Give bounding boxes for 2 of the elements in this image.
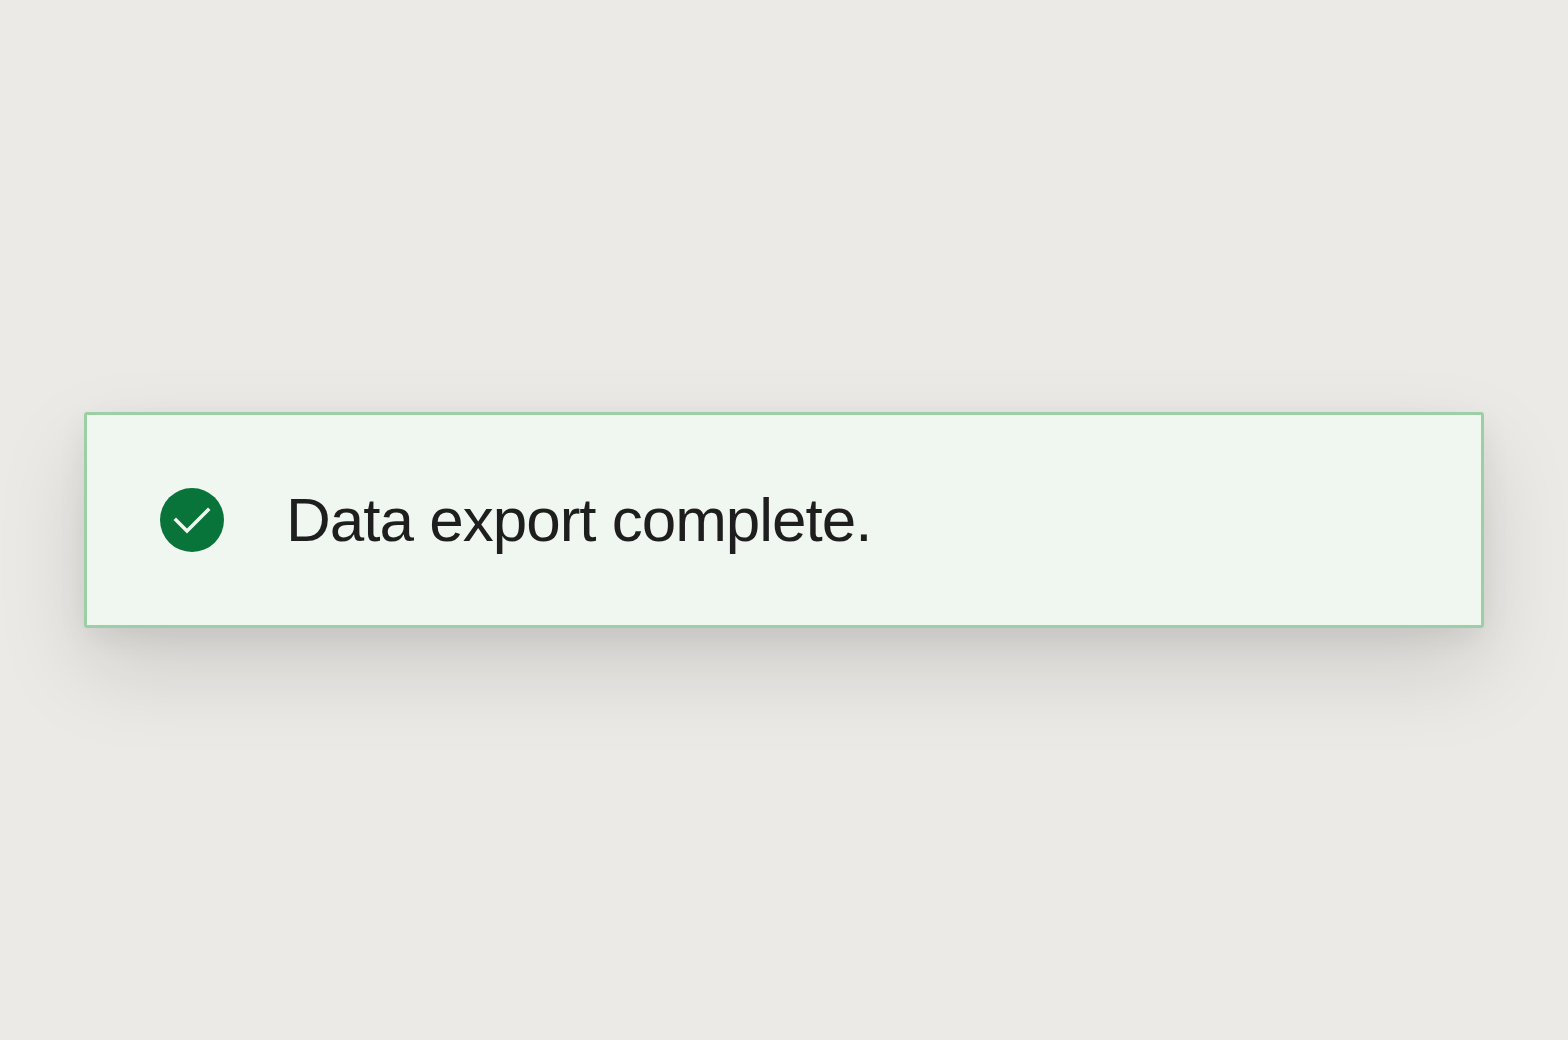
notification-message: Data export complete. bbox=[286, 483, 872, 556]
check-circle-icon bbox=[160, 488, 224, 552]
